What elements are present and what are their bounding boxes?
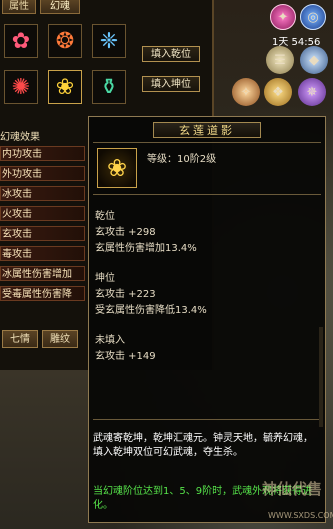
watermark-brand: 神仙代售: [262, 480, 323, 498]
effect-row: 冰属性伤害增加: [0, 266, 85, 281]
spirit-buff-icon[interactable]: ◎: [300, 4, 326, 30]
tab-carving[interactable]: 雕纹: [42, 330, 78, 348]
kun-title: 坤位: [95, 273, 115, 284]
scroll-icon[interactable]: ☰: [266, 46, 294, 74]
event-icon[interactable]: ✵: [298, 78, 326, 106]
tab-phantom-soul[interactable]: 幻魂: [40, 0, 80, 14]
watermark-url: WWW.SXDS.COM: [268, 511, 333, 520]
tab-seven-emotions[interactable]: 七情: [2, 330, 38, 348]
unfilled-stat: 玄攻击 +149: [95, 351, 156, 362]
kun-stat: 玄攻击 +223: [95, 289, 156, 300]
divider: [93, 419, 321, 420]
kun-stat: 受玄属性伤害降低13.4%: [95, 305, 207, 316]
effect-row: 火攻击: [0, 206, 85, 221]
jade-vessel-icon[interactable]: ⚱: [92, 70, 126, 104]
divider: [93, 194, 321, 195]
effect-row: 内功攻击: [0, 146, 85, 161]
treasure-icon[interactable]: ❖: [264, 78, 292, 106]
buff-icon[interactable]: ✦: [270, 4, 296, 30]
gift-icon[interactable]: ✧: [232, 78, 260, 106]
effect-row: 受毒属性伤害降: [0, 286, 85, 301]
tab-attributes[interactable]: 属性: [2, 0, 36, 14]
scrollbar[interactable]: [319, 327, 323, 427]
unfilled-title: 未填入: [95, 335, 125, 346]
effect-row: 外功攻击: [0, 166, 85, 181]
qian-title: 乾位: [95, 211, 115, 222]
divider: [93, 142, 321, 143]
fill-qian-button[interactable]: 填入乾位: [142, 46, 200, 62]
red-spirit-icon[interactable]: ✿: [4, 24, 38, 58]
tooltip-title: 玄莲道影: [153, 122, 261, 138]
item-level: 等级：10阶2级: [147, 154, 217, 165]
golden-lotus-icon: ❀: [97, 148, 137, 188]
golden-lotus-icon[interactable]: ❀: [48, 70, 82, 104]
effect-row: 玄攻击: [0, 226, 85, 241]
effect-row: 冰攻击: [0, 186, 85, 201]
fill-kun-button[interactable]: 填入坤位: [142, 76, 200, 92]
qian-stat: 玄属性伤害增加13.4%: [95, 243, 197, 254]
effect-row: 毒攻击: [0, 246, 85, 261]
fire-spirit-icon[interactable]: ❂: [48, 24, 82, 58]
item-description: 武魂寄乾坤，乾坤汇魂元。钟灵天地，毓养幻魂，填入乾坤双位可幻武魂，夺生杀。: [93, 433, 313, 458]
red-beast-icon[interactable]: ✺: [4, 70, 38, 104]
item-tooltip: 玄莲道影 ❀ 等级：10阶2级 乾位 玄攻击 +298 玄属性伤害增加13.4%…: [88, 116, 326, 523]
crystal-icon[interactable]: ◆: [300, 46, 328, 74]
qian-stat: 玄攻击 +298: [95, 227, 156, 238]
blue-dragon-icon[interactable]: ❈: [92, 24, 126, 58]
effects-title: 幻魂效果: [0, 132, 40, 143]
